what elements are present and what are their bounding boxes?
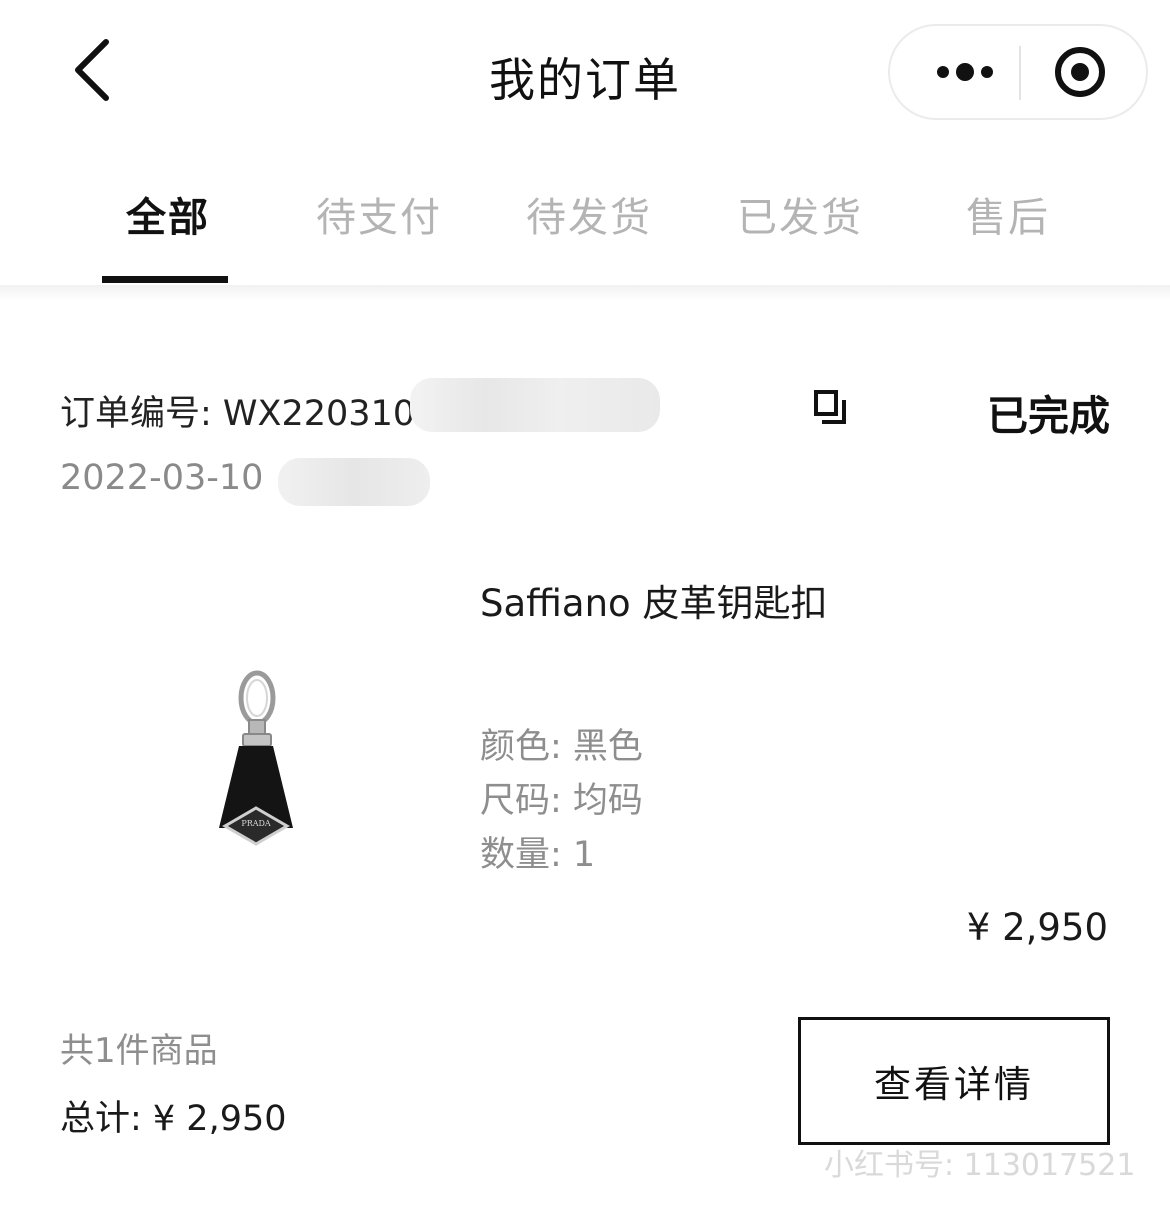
product-size: 尺码: 均码 [480,781,643,821]
redacted-order-time [278,458,430,506]
tab-all[interactable]: 全部 [126,185,210,243]
close-button[interactable] [1030,26,1130,118]
order-total: 总计: ¥ 2,950 [60,1099,287,1139]
tab-after-sales[interactable]: 售后 [966,185,1050,243]
view-details-button[interactable]: 查看详情 [798,1017,1110,1145]
tab-shipped[interactable]: 已发货 [737,185,863,243]
copy-icon [814,390,846,424]
order-date: 2022-03-10 [60,458,264,498]
keychain-image: PRADA [219,670,293,846]
active-tab-indicator [102,276,228,283]
target-circle-icon [1055,47,1105,97]
item-price: ¥ 2,950 [966,906,1108,949]
mini-program-capsule [888,24,1148,120]
more-button[interactable] [910,26,1020,118]
tab-pending-shipment[interactable]: 待发货 [526,185,652,243]
tab-pending-payment[interactable]: 待支付 [316,185,442,243]
product-name: Saffiano 皮革钥匙扣 [480,582,828,625]
order-number: 订单编号: WX2203101 [60,394,438,434]
nav-bar: 我的订单 [0,0,1170,145]
item-count: 共1件商品 [60,1031,218,1071]
svg-text:PRADA: PRADA [241,819,271,828]
order-tabs: 全部 待支付 待发货 已发货 售后 [0,145,1170,285]
redacted-order-number [410,378,660,432]
product-quantity: 数量: 1 [480,835,596,875]
more-dots-icon [937,63,993,81]
order-status: 已完成 [987,392,1110,440]
capsule-divider [1019,46,1021,100]
watermark: 小红书号: 113017521 [824,1148,1136,1183]
product-color: 颜色: 黑色 [480,727,643,767]
tabs-divider [0,285,1170,301]
copy-order-button[interactable] [812,390,848,426]
product-image[interactable]: PRADA [205,660,305,860]
